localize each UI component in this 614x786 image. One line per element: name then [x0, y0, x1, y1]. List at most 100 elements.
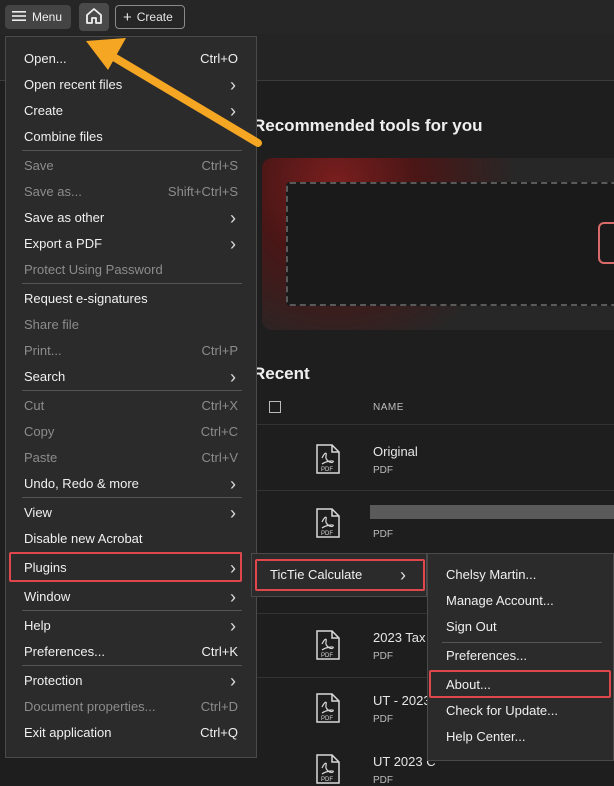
select-all-checkbox[interactable] — [269, 401, 281, 413]
menu-item-label: Undo, Redo & more — [24, 476, 139, 491]
shortcut-label: Ctrl+V — [201, 450, 238, 465]
drop-zone[interactable] — [286, 182, 614, 306]
menu-item-preferences[interactable]: Preferences... — [428, 643, 613, 669]
shortcut-label: Shift+Ctrl+S — [167, 184, 238, 199]
file-name[interactable]: 2023 Tax — [373, 630, 426, 645]
menu-item-label: Help — [24, 618, 51, 633]
menu-item-search[interactable]: Search › — [6, 364, 256, 390]
menu-item-label: Window — [24, 589, 71, 604]
menu-item-label: Save as other — [24, 210, 105, 225]
shortcut-label: Ctrl+O — [200, 51, 238, 66]
menu-item-label: Open... — [24, 51, 67, 66]
menu-item-request-e-signatures[interactable]: Request e-signatures — [6, 286, 256, 312]
menu-item-manage-account[interactable]: Manage Account... — [428, 588, 613, 614]
menu-item-sign-out[interactable]: Sign Out — [428, 614, 613, 640]
shortcut-label: Ctrl+X — [201, 398, 238, 413]
menu-item-label: Exit application — [24, 725, 112, 740]
file-name[interactable]: Original — [373, 444, 418, 459]
menu-item-print[interactable]: Print... Ctrl+P — [6, 338, 256, 364]
menu-item-open-recent-files[interactable]: Open recent files › — [6, 72, 256, 98]
menu-item-label: Protect Using Password — [24, 262, 163, 277]
chevron-right-icon: › — [230, 474, 236, 494]
menu-item-label: Export a PDF — [24, 236, 103, 251]
pdf-file-icon: PDF — [316, 693, 340, 723]
svg-text:PDF: PDF — [321, 777, 333, 783]
menu-item-label: Protection — [24, 673, 83, 688]
name-column-header[interactable]: NAME — [373, 402, 404, 413]
pdf-file-icon: PDF — [316, 508, 340, 538]
file-type: PDF — [373, 775, 393, 786]
file-type: PDF — [373, 714, 393, 725]
home-icon — [85, 7, 103, 28]
about-highlight — [429, 670, 611, 698]
svg-text:PDF: PDF — [321, 531, 333, 537]
chevron-right-icon: › — [230, 616, 236, 636]
menu-item-chelsy-martin[interactable]: Chelsy Martin... — [428, 562, 613, 588]
menu-item-exit-application[interactable]: Exit application Ctrl+Q — [6, 720, 256, 746]
menu-item-label: Print... — [24, 343, 62, 358]
menu-separator — [22, 665, 242, 666]
shortcut-label: Ctrl+Q — [200, 725, 238, 740]
menu-item-cut[interactable]: Cut Ctrl+X — [6, 393, 256, 419]
menu-item-disable-new-acrobat[interactable]: Disable new Acrobat — [6, 526, 256, 552]
menu-item-preferences[interactable]: Preferences... Ctrl+K — [6, 639, 256, 665]
menu-item-label: Save as... — [24, 184, 82, 199]
plugins-highlight — [9, 552, 242, 582]
menu-item-protection[interactable]: Protection › — [6, 668, 256, 694]
menu-item-label: Sign Out — [446, 619, 497, 634]
menu-item-label: Document properties... — [24, 699, 156, 714]
menu-item-label: Cut — [24, 398, 45, 413]
menu-item-save-as[interactable]: Save as... Shift+Ctrl+S — [6, 179, 256, 205]
create-button[interactable]: + Create — [115, 5, 185, 29]
menu-item-export-a-pdf[interactable]: Export a PDF › — [6, 231, 256, 257]
menu-item-help-center[interactable]: Help Center... — [428, 724, 613, 750]
menu-item-combine-files[interactable]: Combine files — [6, 124, 256, 150]
shortcut-label: Ctrl+P — [201, 343, 238, 358]
menu-separator — [22, 150, 242, 151]
menu-item-label: Share file — [24, 317, 79, 332]
menu-item-check-for-update[interactable]: Check for Update... — [428, 698, 613, 724]
menu-button[interactable]: Menu — [5, 5, 71, 29]
shortcut-label: Ctrl+C — [200, 424, 238, 439]
shortcut-label: Ctrl+S — [201, 158, 238, 173]
row-divider — [253, 490, 614, 491]
menu-item-view[interactable]: View › — [6, 500, 256, 526]
menu-item-label: Copy — [24, 424, 55, 439]
menu-item-label: Chelsy Martin... — [446, 567, 537, 582]
menu-item-create[interactable]: Create › — [6, 98, 256, 124]
menu-item-label: Preferences... — [446, 648, 527, 663]
chevron-right-icon: › — [230, 75, 236, 95]
recent-heading: Recent — [253, 364, 310, 383]
file-name[interactable]: UT - 2023 — [373, 693, 431, 708]
menu-item-share-file[interactable]: Share file — [6, 312, 256, 338]
tool-icon — [598, 222, 614, 264]
chevron-right-icon: › — [230, 671, 236, 691]
menu-item-save-as-other[interactable]: Save as other › — [6, 205, 256, 231]
shortcut-label: Ctrl+K — [201, 644, 238, 659]
recommended-tools-heading: Recommended tools for you — [253, 116, 483, 135]
chevron-right-icon: › — [230, 208, 236, 228]
menu-item-label: View — [24, 505, 52, 520]
menu-item-label: Disable new Acrobat — [24, 531, 143, 546]
menu-item-paste[interactable]: Paste Ctrl+V — [6, 445, 256, 471]
create-button-label: Create — [136, 10, 173, 24]
menu-item-help[interactable]: Help › — [6, 613, 256, 639]
menu-item-label: Manage Account... — [446, 593, 554, 608]
menu-item-copy[interactable]: Copy Ctrl+C — [6, 419, 256, 445]
shortcut-label: Ctrl+D — [200, 699, 238, 714]
menu-item-undo-redo-more[interactable]: Undo, Redo & more › — [6, 471, 256, 497]
menu-item-label: Preferences... — [24, 644, 105, 659]
menu-item-label: Check for Update... — [446, 703, 558, 718]
menu-item-window[interactable]: Window › — [6, 584, 256, 610]
home-button[interactable] — [79, 3, 109, 31]
menu-item-protect-using-password[interactable]: Protect Using Password — [6, 257, 256, 283]
svg-text:PDF: PDF — [321, 716, 333, 722]
menu-item-label: Request e-signatures — [24, 291, 148, 306]
svg-text:PDF: PDF — [321, 467, 333, 473]
menu-item-save[interactable]: Save Ctrl+S — [6, 153, 256, 179]
menu-item-open[interactable]: Open... Ctrl+O — [6, 46, 256, 72]
menu-item-label: Paste — [24, 450, 58, 465]
menu-separator — [22, 610, 242, 611]
menu-item-document-properties[interactable]: Document properties... Ctrl+D — [6, 694, 256, 720]
menu-item-label: Search — [24, 369, 66, 384]
